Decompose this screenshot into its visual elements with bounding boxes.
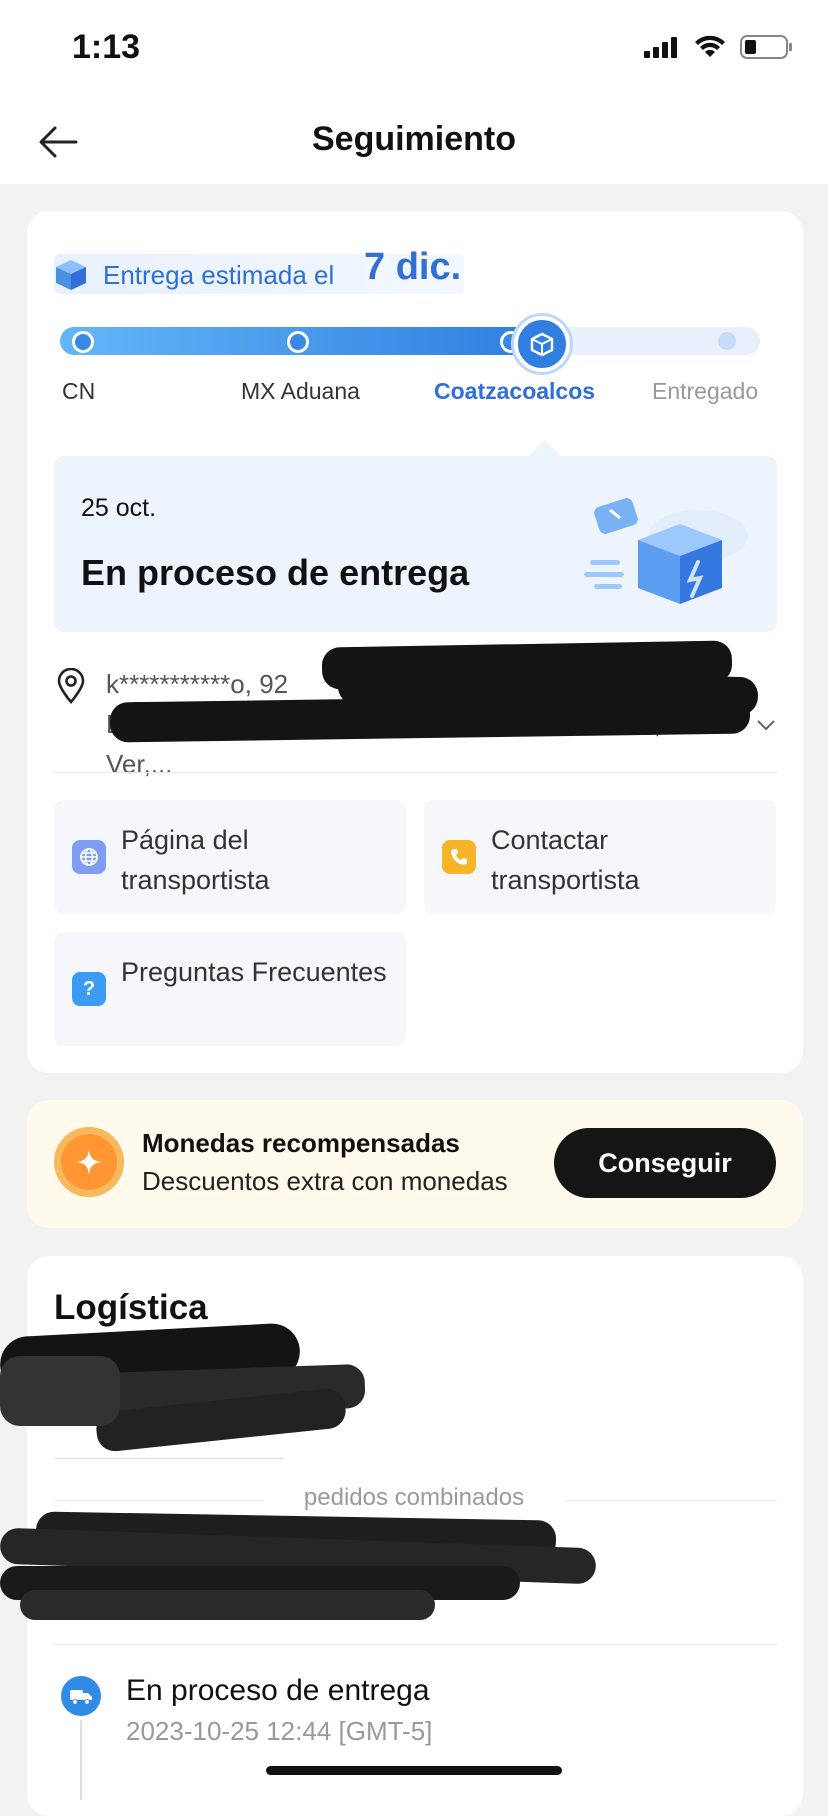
- delivery-box-illustration: [584, 498, 748, 604]
- step-dot-delivered: [718, 332, 736, 350]
- logistics-title: Logística: [54, 1288, 208, 1327]
- status-time: 1:13: [72, 28, 141, 66]
- redaction-scribble: [20, 1590, 435, 1620]
- coins-title: Monedas recompensadas: [142, 1128, 460, 1158]
- coin-icon: [54, 1127, 124, 1197]
- question-icon: ?: [72, 972, 106, 1006]
- chevron-down-icon[interactable]: [756, 718, 776, 732]
- get-coins-button[interactable]: Conseguir: [554, 1128, 776, 1198]
- step-dot-cn: [72, 331, 94, 353]
- step-label-current: Coatzacoalcos: [434, 378, 596, 404]
- divider: [54, 772, 777, 773]
- battery-icon: [740, 35, 792, 59]
- phone-icon: [442, 840, 476, 874]
- step-label-customs: MX Aduana: [241, 378, 360, 404]
- event-time: 2023-10-25 12:44 [GMT-5]: [126, 1716, 433, 1746]
- status-notch: [528, 440, 562, 457]
- location-pin-icon: [57, 668, 85, 704]
- status-date: 25 oct.: [81, 494, 157, 522]
- truck-icon: [61, 1676, 101, 1716]
- redaction-scribble: [124, 702, 744, 724]
- eta-label: Entrega estimada el: [103, 260, 335, 290]
- faq-button[interactable]: ? Preguntas Frecuentes: [54, 932, 406, 1046]
- step-dot-customs: [287, 331, 309, 353]
- step-label-delivered: Entregado: [652, 378, 759, 404]
- signal-icon: [644, 37, 677, 58]
- combined-orders-label: pedidos combinados: [303, 1484, 525, 1511]
- page-title: Seguimiento: [311, 120, 517, 158]
- contact-carrier-label: Contactar transportista: [491, 825, 640, 895]
- carrier-page-button[interactable]: Página del transportista: [54, 800, 406, 914]
- box-icon: [530, 332, 554, 357]
- divider: [54, 1458, 284, 1459]
- eta-date: 7 dic.: [364, 246, 462, 288]
- status-bar: 1:13: [0, 0, 828, 100]
- nav-bar: Seguimiento: [0, 100, 828, 184]
- home-indicator[interactable]: [266, 1766, 562, 1775]
- event-title: En proceso de entrega: [126, 1674, 430, 1707]
- step-current-marker: [514, 316, 570, 372]
- timeline-line: [80, 1720, 82, 1800]
- redaction-scribble: [0, 1356, 120, 1426]
- package-icon: [56, 260, 86, 290]
- globe-icon: [72, 840, 106, 874]
- faq-label: Preguntas Frecuentes: [121, 957, 387, 987]
- contact-carrier-button[interactable]: Contactar transportista: [424, 800, 776, 914]
- status-title: En proceso de entrega: [81, 552, 470, 593]
- carrier-page-label: Página del transportista: [121, 825, 270, 895]
- wifi-icon: [695, 35, 725, 57]
- coins-subtitle: Descuentos extra con monedas: [142, 1166, 508, 1196]
- status-icons: [644, 34, 794, 60]
- divider: [54, 1644, 777, 1645]
- step-label-cn: CN: [62, 378, 96, 404]
